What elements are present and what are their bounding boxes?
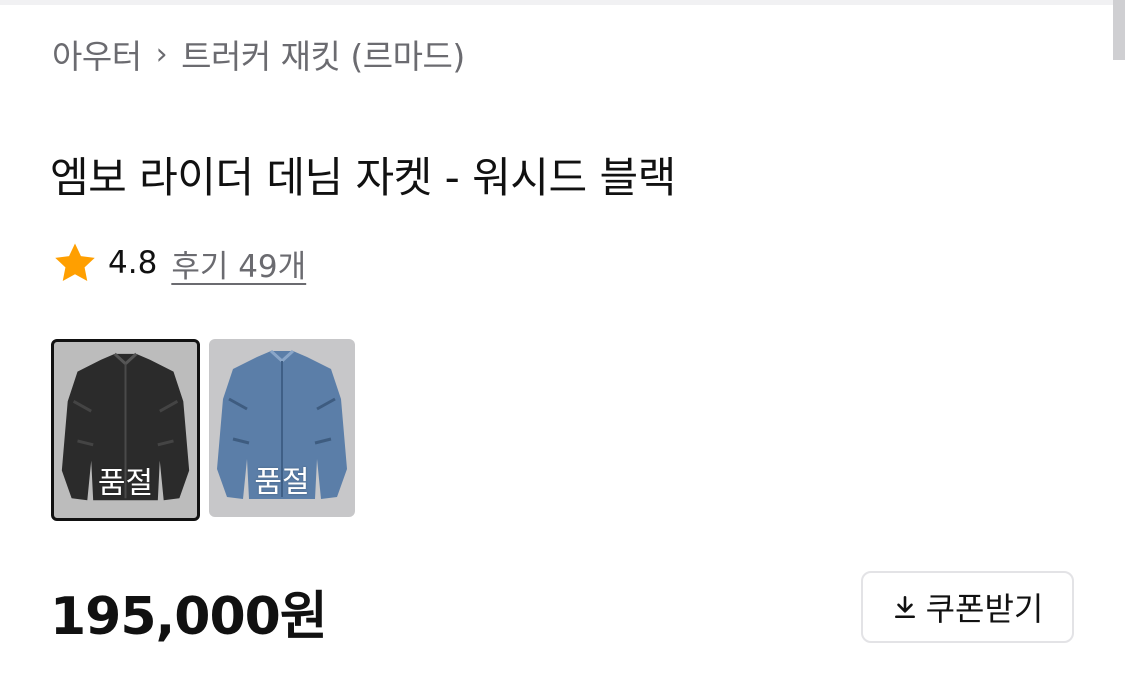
product-title: 엠보 라이더 데님 자켓 - 워시드 블랙 [50,153,676,203]
coupon-label: 쿠폰받기 [925,591,1044,627]
rating-value: 4.8 [108,245,158,281]
color-variant-list: 품절 품절 [51,339,355,521]
soldout-label: 품절 [254,465,310,500]
star-icon [55,243,95,282]
soldout-label: 품절 [97,466,154,501]
download-coupon-button[interactable]: 쿠폰받기 [861,571,1074,643]
price: 195,000원 [50,587,328,647]
chevron-right-icon: › [155,36,168,72]
scrollbar-thumb[interactable] [1113,0,1125,60]
variant-thumb-blue[interactable]: 품절 [209,339,355,517]
breadcrumb-subcategory[interactable]: 트러커 재킷 (르마드) [181,30,465,78]
rating-row: 4.8 후기 49개 [52,239,306,287]
download-icon [894,595,915,619]
variant-thumb-black[interactable]: 품절 [51,339,200,521]
top-divider [0,0,1125,5]
breadcrumb: 아우터 › 트러커 재킷 (르마드) [52,30,465,78]
review-count-link[interactable]: 후기 49개 [171,241,306,286]
breadcrumb-category[interactable]: 아우터 [52,30,142,78]
